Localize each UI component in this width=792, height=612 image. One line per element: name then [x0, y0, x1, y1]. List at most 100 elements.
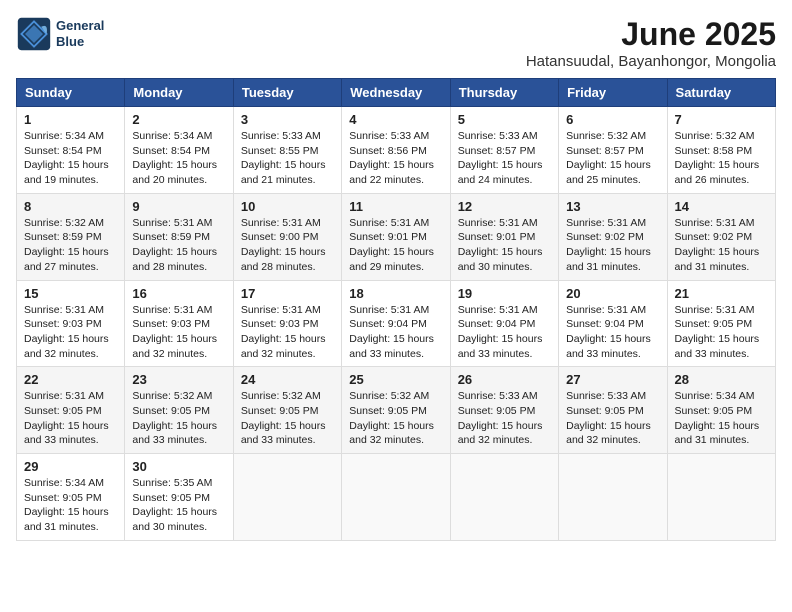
day-number: 6 — [566, 112, 659, 127]
day-info: Sunrise: 5:31 AMSunset: 9:04 PMDaylight:… — [566, 303, 659, 362]
table-row: 1 Sunrise: 5:34 AMSunset: 8:54 PMDayligh… — [17, 107, 125, 194]
table-row: 27 Sunrise: 5:33 AMSunset: 9:05 PMDaylig… — [559, 367, 667, 454]
day-number: 2 — [132, 112, 225, 127]
header-row: Sunday Monday Tuesday Wednesday Thursday… — [17, 79, 776, 107]
table-row: 3 Sunrise: 5:33 AMSunset: 8:55 PMDayligh… — [233, 107, 341, 194]
day-info: Sunrise: 5:31 AMSunset: 9:03 PMDaylight:… — [241, 303, 334, 362]
day-info: Sunrise: 5:33 AMSunset: 8:57 PMDaylight:… — [458, 129, 551, 188]
day-info: Sunrise: 5:31 AMSunset: 9:00 PMDaylight:… — [241, 216, 334, 275]
day-number: 27 — [566, 372, 659, 387]
day-number: 11 — [349, 199, 442, 214]
table-row: 15 Sunrise: 5:31 AMSunset: 9:03 PMDaylig… — [17, 280, 125, 367]
day-info: Sunrise: 5:31 AMSunset: 9:04 PMDaylight:… — [458, 303, 551, 362]
table-row — [233, 454, 341, 541]
table-row: 7 Sunrise: 5:32 AMSunset: 8:58 PMDayligh… — [667, 107, 775, 194]
day-info: Sunrise: 5:31 AMSunset: 9:02 PMDaylight:… — [675, 216, 768, 275]
day-number: 24 — [241, 372, 334, 387]
day-info: Sunrise: 5:33 AMSunset: 8:55 PMDaylight:… — [241, 129, 334, 188]
table-row: 8 Sunrise: 5:32 AMSunset: 8:59 PMDayligh… — [17, 193, 125, 280]
table-row: 18 Sunrise: 5:31 AMSunset: 9:04 PMDaylig… — [342, 280, 450, 367]
day-info: Sunrise: 5:33 AMSunset: 9:05 PMDaylight:… — [566, 389, 659, 448]
table-row — [667, 454, 775, 541]
header-saturday: Saturday — [667, 79, 775, 107]
day-info: Sunrise: 5:33 AMSunset: 9:05 PMDaylight:… — [458, 389, 551, 448]
day-number: 25 — [349, 372, 442, 387]
title-area: June 2025 Hatansuudal, Bayanhongor, Mong… — [526, 16, 776, 70]
table-row: 10 Sunrise: 5:31 AMSunset: 9:00 PMDaylig… — [233, 193, 341, 280]
day-number: 28 — [675, 372, 768, 387]
day-number: 30 — [132, 459, 225, 474]
table-row: 12 Sunrise: 5:31 AMSunset: 9:01 PMDaylig… — [450, 193, 558, 280]
day-number: 4 — [349, 112, 442, 127]
calendar-title: June 2025 — [526, 16, 776, 53]
day-info: Sunrise: 5:31 AMSunset: 8:59 PMDaylight:… — [132, 216, 225, 275]
header-thursday: Thursday — [450, 79, 558, 107]
table-row: 9 Sunrise: 5:31 AMSunset: 8:59 PMDayligh… — [125, 193, 233, 280]
header: General Blue June 2025 Hatansuudal, Baya… — [16, 16, 776, 70]
day-info: Sunrise: 5:31 AMSunset: 9:03 PMDaylight:… — [132, 303, 225, 362]
day-number: 20 — [566, 286, 659, 301]
day-info: Sunrise: 5:32 AMSunset: 9:05 PMDaylight:… — [241, 389, 334, 448]
day-info: Sunrise: 5:35 AMSunset: 9:05 PMDaylight:… — [132, 476, 225, 535]
day-info: Sunrise: 5:33 AMSunset: 8:56 PMDaylight:… — [349, 129, 442, 188]
day-number: 19 — [458, 286, 551, 301]
day-number: 16 — [132, 286, 225, 301]
table-row: 21 Sunrise: 5:31 AMSunset: 9:05 PMDaylig… — [667, 280, 775, 367]
table-row: 13 Sunrise: 5:31 AMSunset: 9:02 PMDaylig… — [559, 193, 667, 280]
day-info: Sunrise: 5:34 AMSunset: 8:54 PMDaylight:… — [24, 129, 117, 188]
day-number: 29 — [24, 459, 117, 474]
day-number: 9 — [132, 199, 225, 214]
day-number: 22 — [24, 372, 117, 387]
table-row: 11 Sunrise: 5:31 AMSunset: 9:01 PMDaylig… — [342, 193, 450, 280]
table-row: 6 Sunrise: 5:32 AMSunset: 8:57 PMDayligh… — [559, 107, 667, 194]
day-info: Sunrise: 5:31 AMSunset: 9:01 PMDaylight:… — [458, 216, 551, 275]
table-row: 30 Sunrise: 5:35 AMSunset: 9:05 PMDaylig… — [125, 454, 233, 541]
table-row: 24 Sunrise: 5:32 AMSunset: 9:05 PMDaylig… — [233, 367, 341, 454]
header-wednesday: Wednesday — [342, 79, 450, 107]
logo-icon — [16, 16, 52, 52]
table-row: 25 Sunrise: 5:32 AMSunset: 9:05 PMDaylig… — [342, 367, 450, 454]
table-row: 2 Sunrise: 5:34 AMSunset: 8:54 PMDayligh… — [125, 107, 233, 194]
table-row: 16 Sunrise: 5:31 AMSunset: 9:03 PMDaylig… — [125, 280, 233, 367]
day-number: 8 — [24, 199, 117, 214]
day-info: Sunrise: 5:31 AMSunset: 9:05 PMDaylight:… — [675, 303, 768, 362]
table-row: 19 Sunrise: 5:31 AMSunset: 9:04 PMDaylig… — [450, 280, 558, 367]
logo-text: General Blue — [56, 18, 104, 49]
day-number: 5 — [458, 112, 551, 127]
day-number: 18 — [349, 286, 442, 301]
day-number: 3 — [241, 112, 334, 127]
day-info: Sunrise: 5:32 AMSunset: 9:05 PMDaylight:… — [132, 389, 225, 448]
table-row: 23 Sunrise: 5:32 AMSunset: 9:05 PMDaylig… — [125, 367, 233, 454]
logo: General Blue — [16, 16, 104, 52]
table-row — [450, 454, 558, 541]
table-row: 29 Sunrise: 5:34 AMSunset: 9:05 PMDaylig… — [17, 454, 125, 541]
day-info: Sunrise: 5:32 AMSunset: 8:59 PMDaylight:… — [24, 216, 117, 275]
day-info: Sunrise: 5:34 AMSunset: 9:05 PMDaylight:… — [675, 389, 768, 448]
table-row: 22 Sunrise: 5:31 AMSunset: 9:05 PMDaylig… — [17, 367, 125, 454]
day-number: 12 — [458, 199, 551, 214]
day-info: Sunrise: 5:34 AMSunset: 8:54 PMDaylight:… — [132, 129, 225, 188]
day-info: Sunrise: 5:31 AMSunset: 9:01 PMDaylight:… — [349, 216, 442, 275]
header-tuesday: Tuesday — [233, 79, 341, 107]
day-number: 17 — [241, 286, 334, 301]
table-row: 17 Sunrise: 5:31 AMSunset: 9:03 PMDaylig… — [233, 280, 341, 367]
day-info: Sunrise: 5:32 AMSunset: 8:57 PMDaylight:… — [566, 129, 659, 188]
table-row: 20 Sunrise: 5:31 AMSunset: 9:04 PMDaylig… — [559, 280, 667, 367]
day-number: 7 — [675, 112, 768, 127]
header-friday: Friday — [559, 79, 667, 107]
day-number: 21 — [675, 286, 768, 301]
header-sunday: Sunday — [17, 79, 125, 107]
day-info: Sunrise: 5:31 AMSunset: 9:02 PMDaylight:… — [566, 216, 659, 275]
header-monday: Monday — [125, 79, 233, 107]
calendar-subtitle: Hatansuudal, Bayanhongor, Mongolia — [526, 53, 776, 70]
table-row: 4 Sunrise: 5:33 AMSunset: 8:56 PMDayligh… — [342, 107, 450, 194]
calendar-table: Sunday Monday Tuesday Wednesday Thursday… — [16, 78, 776, 541]
day-number: 14 — [675, 199, 768, 214]
day-info: Sunrise: 5:31 AMSunset: 9:05 PMDaylight:… — [24, 389, 117, 448]
day-number: 1 — [24, 112, 117, 127]
table-row: 26 Sunrise: 5:33 AMSunset: 9:05 PMDaylig… — [450, 367, 558, 454]
table-row: 14 Sunrise: 5:31 AMSunset: 9:02 PMDaylig… — [667, 193, 775, 280]
day-number: 13 — [566, 199, 659, 214]
day-number: 15 — [24, 286, 117, 301]
day-number: 10 — [241, 199, 334, 214]
